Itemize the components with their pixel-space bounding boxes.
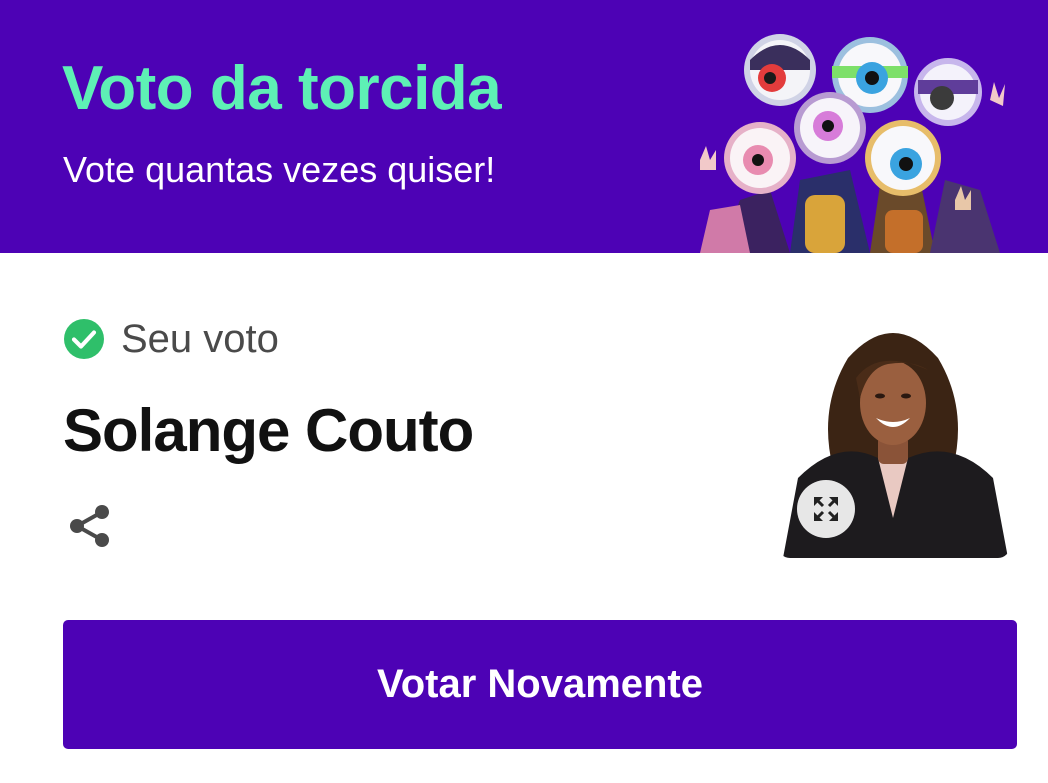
mascots-illustration <box>700 34 1005 253</box>
check-circle-icon <box>64 319 104 359</box>
vote-status: Seu voto <box>63 318 279 360</box>
expand-photo-button[interactable] <box>797 480 855 538</box>
share-icon[interactable] <box>66 502 114 550</box>
header-banner: Voto da torcida Vote quantas vezes quise… <box>0 0 1048 253</box>
vote-again-button[interactable]: Votar Novamente <box>63 620 1017 749</box>
page-title: Voto da torcida <box>62 54 502 123</box>
page-subtitle: Vote quantas vezes quiser! <box>63 149 496 190</box>
vote-status-label: Seu voto <box>121 317 279 361</box>
candidate-name: Solange Couto <box>63 397 474 464</box>
expand-icon <box>814 497 838 521</box>
